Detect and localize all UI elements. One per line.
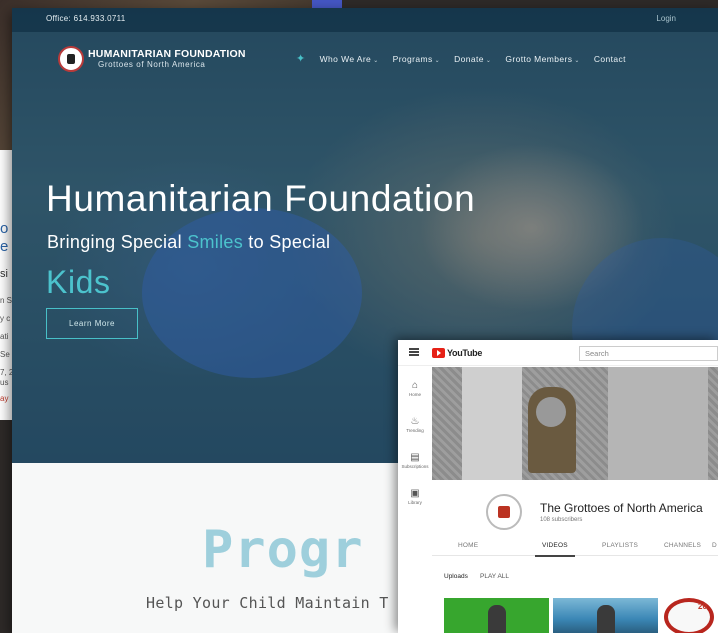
presenter-figure [488, 605, 506, 633]
programs-heading: Progr [202, 520, 364, 580]
bg-fragment: y c [0, 314, 11, 323]
nav-label: Donate [454, 53, 484, 64]
youtube-logo-icon[interactable] [432, 348, 445, 358]
logo-emblem-icon[interactable] [58, 46, 84, 72]
hero-subtitle-accent: Smiles [187, 232, 243, 252]
hero-kids: Kids [46, 264, 111, 300]
sidebar-item-home[interactable]: ⌂ Home [398, 380, 432, 397]
home-icon[interactable]: ✦ [296, 52, 306, 65]
nav-label: Who We Are [319, 53, 372, 64]
office-phone[interactable]: Office: 614.933.0711 [46, 14, 126, 23]
bg-fragment: Se [0, 350, 10, 359]
tab-channels[interactable]: CHANNELS [664, 542, 701, 549]
hero-subtitle-pre: Bringing Special [47, 232, 188, 252]
chevron-down-icon: ⌄ [485, 57, 492, 64]
nav-item-contact[interactable]: Contact [594, 54, 626, 64]
chevron-down-icon: ⌄ [574, 57, 580, 64]
login-link[interactable]: Login [656, 14, 676, 23]
sidebar-item-label: Library [408, 500, 422, 505]
nav-label: Programs [392, 53, 433, 64]
video-thumbnail[interactable] [553, 598, 658, 633]
bg-fragment: e [0, 238, 9, 255]
youtube-logo-text[interactable]: YouTube [447, 348, 482, 358]
subscriptions-icon: ▤ [410, 452, 420, 463]
video-thumbnail[interactable] [444, 598, 549, 633]
tab-playlists[interactable]: PLAYLISTS [602, 542, 638, 549]
channel-avatar[interactable] [486, 494, 522, 530]
youtube-header: YouTube Search [398, 340, 718, 366]
search-input[interactable]: Search [579, 346, 718, 361]
youtube-sidebar: ⌂ Home ♨ Trending ▤ Subscriptions ▣ Libr… [398, 366, 432, 633]
video-thumbnail[interactable]: 20 [662, 598, 718, 633]
hero-title: Humanitarian Foundation [46, 178, 476, 219]
active-tab-indicator [535, 555, 575, 557]
chevron-down-icon: ⌄ [434, 57, 441, 64]
sidebar-item-library[interactable]: ▣ Library [398, 488, 432, 505]
nav-item-grotto-members[interactable]: Grotto Members ⌄ [505, 54, 579, 64]
bg-fragment: us [0, 378, 9, 387]
tab-videos[interactable]: VIDEOS [542, 542, 568, 549]
programs-subheading: Help Your Child Maintain T [146, 594, 389, 612]
subscriber-count: 108 subscribers [540, 517, 583, 523]
channel-name: The Grottoes of North America [540, 501, 703, 515]
nav-label: Grotto Members [505, 53, 573, 64]
logo-subtitle: Grottoes of North America [98, 60, 206, 69]
tab-home[interactable]: HOME [458, 542, 478, 549]
logo-title[interactable]: HUMANITARIAN FOUNDATION [88, 48, 246, 60]
bg-fragment: n S [0, 296, 13, 305]
hamburger-menu-icon[interactable] [409, 348, 419, 356]
play-all-button[interactable]: PLAY ALL [480, 573, 509, 580]
youtube-screenshot: YouTube Search ⌂ Home ♨ Trending ▤ Subsc… [398, 340, 718, 633]
trending-icon: ♨ [410, 416, 420, 427]
sidebar-item-trending[interactable]: ♨ Trending [398, 416, 432, 433]
presenter-figure [597, 605, 615, 633]
learn-more-button[interactable]: Learn More [46, 308, 138, 339]
nav-item-donate[interactable]: Donate ⌄ [454, 54, 491, 64]
top-bar: Office: 614.933.0711 Login [12, 8, 718, 32]
banner-panel [462, 367, 522, 480]
bg-fragment: o [0, 220, 9, 237]
sidebar-item-label: Trending [406, 428, 424, 433]
nav-label: Contact [593, 53, 626, 64]
bg-fragment: ay [0, 394, 9, 403]
channel-banner [432, 367, 718, 480]
bg-fragment: ati [0, 332, 9, 341]
bg-fragment: si [0, 268, 8, 280]
sidebar-item-label: Home [408, 392, 421, 397]
uploads-label: Uploads [444, 573, 468, 580]
library-icon: ▣ [410, 488, 420, 499]
channel-tabs: HOME VIDEOS PLAYLISTS CHANNELS D [432, 536, 718, 557]
hero-subtitle-post: to Special [243, 232, 331, 252]
nav-item-programs[interactable]: Programs ⌄ [393, 54, 440, 64]
banner-panel [608, 367, 708, 480]
sidebar-item-subscriptions[interactable]: ▤ Subscriptions [398, 452, 432, 469]
hero-subtitle: Bringing Special Smiles to Special [47, 232, 330, 253]
knight-helmet [536, 397, 566, 427]
home-icon: ⌂ [411, 380, 419, 391]
chevron-down-icon: ⌄ [373, 57, 379, 64]
main-nav: ✦ Who We Are ⌄ Programs ⌄ Donate ⌄ Grotto M… [296, 52, 626, 65]
nav-item-who-we-are[interactable]: Who We Are ⌄ [320, 54, 379, 64]
tab-more[interactable]: D [712, 542, 717, 549]
thumbnail-text: 20 [698, 602, 707, 611]
sidebar-item-label: Subscriptions [401, 464, 429, 469]
